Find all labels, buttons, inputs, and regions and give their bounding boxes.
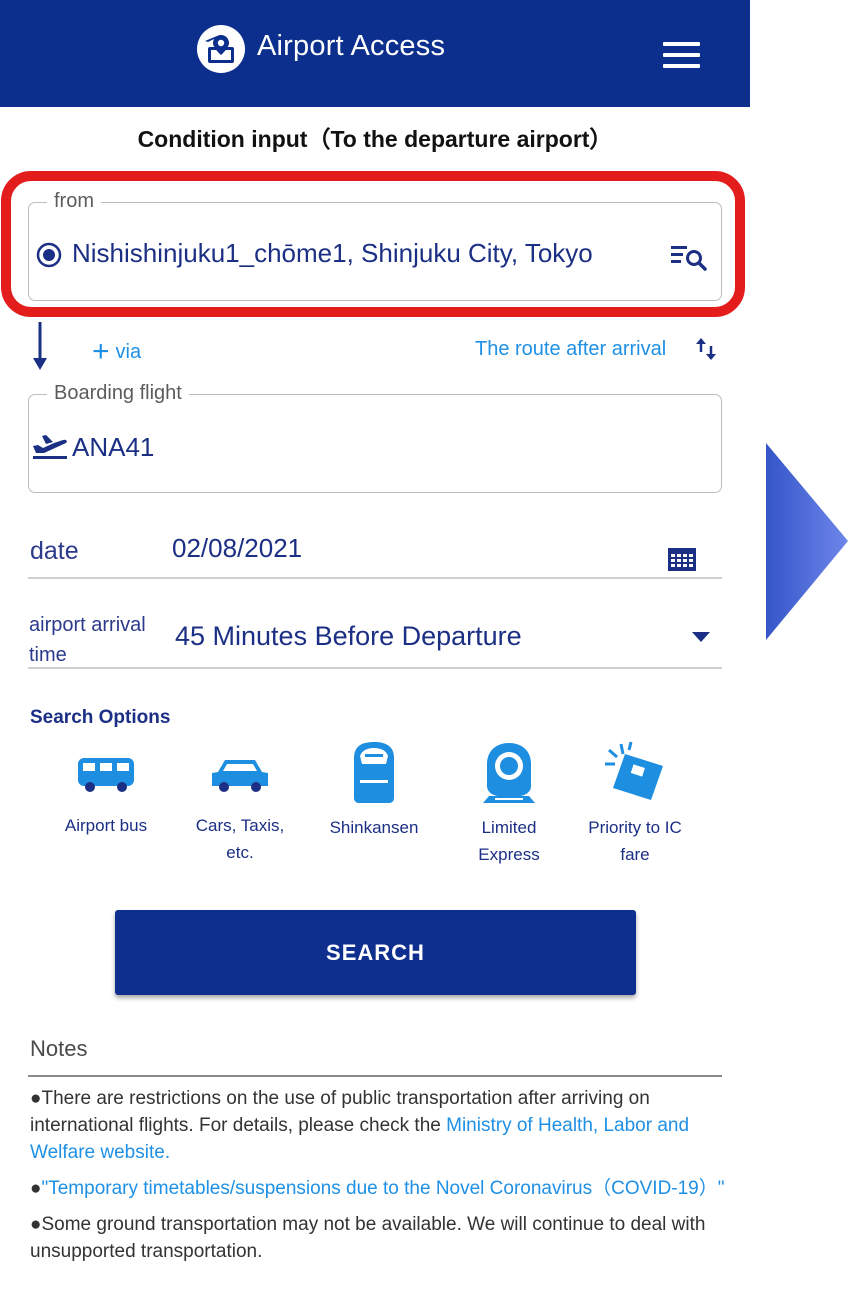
departing-plane-icon bbox=[33, 435, 67, 459]
notes-title: Notes bbox=[30, 1036, 88, 1061]
shinkansen-icon bbox=[354, 742, 394, 803]
search-button[interactable]: SEARCH bbox=[115, 910, 636, 995]
car-icon bbox=[212, 760, 268, 792]
arrival-divider bbox=[28, 667, 722, 669]
notes-list: ●There are restrictions on the use of pu… bbox=[30, 1085, 730, 1274]
route-after-arrival-link[interactable]: The route after arrival bbox=[475, 338, 666, 361]
note-text: Some ground transportation may not be av… bbox=[30, 1214, 706, 1262]
note-bullet: ● bbox=[30, 1214, 42, 1235]
search-options-title: Search Options bbox=[30, 707, 171, 728]
swap-arrows-icon[interactable] bbox=[694, 336, 718, 362]
ic-card-icon bbox=[605, 741, 663, 800]
limited-express-icon bbox=[483, 743, 535, 803]
option-cars-taxis[interactable]: Cars, Taxis, etc. bbox=[175, 740, 305, 866]
page-title: Condition input（To the departure airport… bbox=[137, 126, 613, 152]
note-bullet: ● bbox=[30, 1178, 42, 1199]
note-item: ●"Temporary timetables/suspensions due t… bbox=[30, 1175, 730, 1202]
option-label: Airport bus bbox=[64, 816, 148, 835]
bus-icon bbox=[78, 758, 134, 792]
covid-timetable-link[interactable]: "Temporary timetables/suspensions due to… bbox=[41, 1178, 724, 1199]
dropdown-arrow-icon[interactable] bbox=[692, 632, 710, 642]
calendar-icon[interactable] bbox=[667, 547, 697, 572]
add-via-link[interactable]: + via bbox=[92, 335, 141, 369]
arrival-time-label: airport arrival time bbox=[29, 614, 146, 666]
app-screen: Airport Access Condition input（To the de… bbox=[0, 0, 750, 1300]
option-label: Limited Express bbox=[478, 818, 540, 864]
date-divider bbox=[28, 577, 722, 579]
notes-divider bbox=[28, 1075, 722, 1077]
airport-access-logo-icon bbox=[197, 25, 245, 73]
date-label: date bbox=[30, 537, 79, 565]
via-label: via bbox=[115, 341, 142, 363]
note-bullet: ● bbox=[30, 1088, 42, 1109]
arrival-time-select[interactable]: 45 Minutes Before Departure bbox=[175, 621, 522, 652]
option-shinkansen[interactable]: Shinkansen bbox=[309, 740, 439, 841]
option-ic-fare[interactable]: Priority to IC fare bbox=[570, 740, 700, 868]
option-limited-express[interactable]: Limited Express bbox=[444, 740, 574, 868]
hamburger-menu-icon[interactable] bbox=[663, 42, 700, 68]
boarding-flight-value[interactable]: ANA41 bbox=[72, 432, 154, 463]
plus-icon: + bbox=[92, 335, 110, 368]
option-label: Cars, Taxis, etc. bbox=[195, 816, 285, 862]
option-airport-bus[interactable]: Airport bus bbox=[41, 740, 171, 839]
date-value[interactable]: 02/08/2021 bbox=[172, 533, 302, 564]
note-item: ●There are restrictions on the use of pu… bbox=[30, 1085, 730, 1166]
note-item: ●Some ground transportation may not be a… bbox=[30, 1211, 730, 1265]
option-label: Priority to IC fare bbox=[588, 818, 682, 864]
boarding-flight-legend: Boarding flight bbox=[47, 382, 189, 405]
option-label: Shinkansen bbox=[329, 818, 419, 837]
highlight-box bbox=[1, 171, 745, 317]
app-header: Airport Access bbox=[0, 0, 750, 107]
down-arrow-icon bbox=[33, 322, 47, 370]
next-step-arrow-icon bbox=[766, 443, 848, 640]
app-title: Airport Access bbox=[257, 30, 446, 62]
